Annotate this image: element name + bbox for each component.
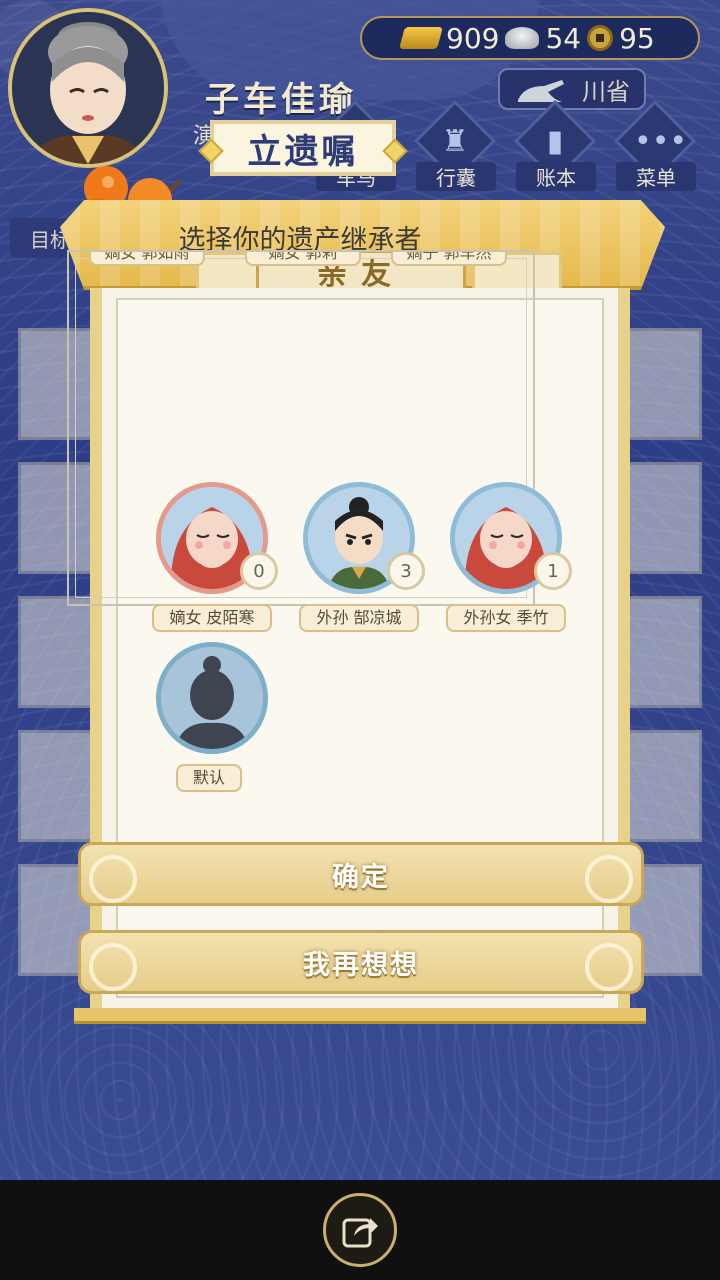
gold-amount: 909 <box>446 21 500 55</box>
reconsider-button[interactable]: 我再想想 <box>78 930 644 994</box>
heir-count-badge: 1 <box>534 552 572 590</box>
bag-icon: ♜ <box>441 124 469 159</box>
share-icon <box>342 1218 378 1248</box>
heir-name: 默认 <box>176 764 242 792</box>
heir-card[interactable] <box>88 232 208 392</box>
menu-label: 菜单 <box>616 162 696 191</box>
copper-coin-icon <box>587 25 614 51</box>
heir-count-badge: 3 <box>387 552 425 590</box>
heir-name: 外孙女 季竹 <box>446 604 566 632</box>
more-icon: ••• <box>634 124 688 159</box>
province-label: 川省 <box>582 77 630 106</box>
coin-amount: 95 <box>619 21 655 55</box>
heir-card-default[interactable]: 默认 <box>156 642 276 802</box>
menu-more[interactable]: ••• 菜单 <box>613 99 698 192</box>
menu-bag[interactable]: ♜ 行囊 <box>413 99 498 192</box>
heir-name: 外孙 郜凉城 <box>299 604 419 632</box>
heir-name: 嫡女 皮陌寒 <box>152 604 272 632</box>
heir-name-clipped: 嫡女 郭莉 <box>245 252 361 266</box>
bottom-bar <box>0 1180 720 1280</box>
silver-amount: 54 <box>545 21 582 55</box>
dialog-base <box>74 1008 646 1024</box>
confirm-button[interactable]: 确定 <box>78 842 644 906</box>
gold-ingot-icon <box>399 27 443 49</box>
heir-portrait <box>156 642 268 754</box>
menu-ledger[interactable]: ▮ 账本 <box>513 99 598 192</box>
will-title: 立遗嘱 <box>210 120 396 176</box>
ledger-icon: ▮ <box>546 124 564 159</box>
heir-count-badge: 0 <box>240 552 278 590</box>
province-button[interactable]: 川省 <box>498 68 646 110</box>
player-avatar[interactable] <box>8 8 168 168</box>
iron-icon <box>518 80 564 102</box>
heir-card[interactable]: 1 外孙女 季竹 <box>446 482 572 642</box>
menu-label: 行囊 <box>416 162 496 191</box>
heir-card[interactable]: 3 外孙 郜凉城 <box>299 482 425 642</box>
currency-bar: 909 54 95 <box>360 16 700 60</box>
heir-card[interactable]: 0 嫡女 皮陌寒 <box>152 482 278 642</box>
menu-label: 账本 <box>516 162 596 191</box>
share-button[interactable] <box>323 1193 397 1267</box>
silver-ingot-icon <box>505 27 540 49</box>
heir-name-clipped: 嫡子 郭车然 <box>391 252 507 266</box>
